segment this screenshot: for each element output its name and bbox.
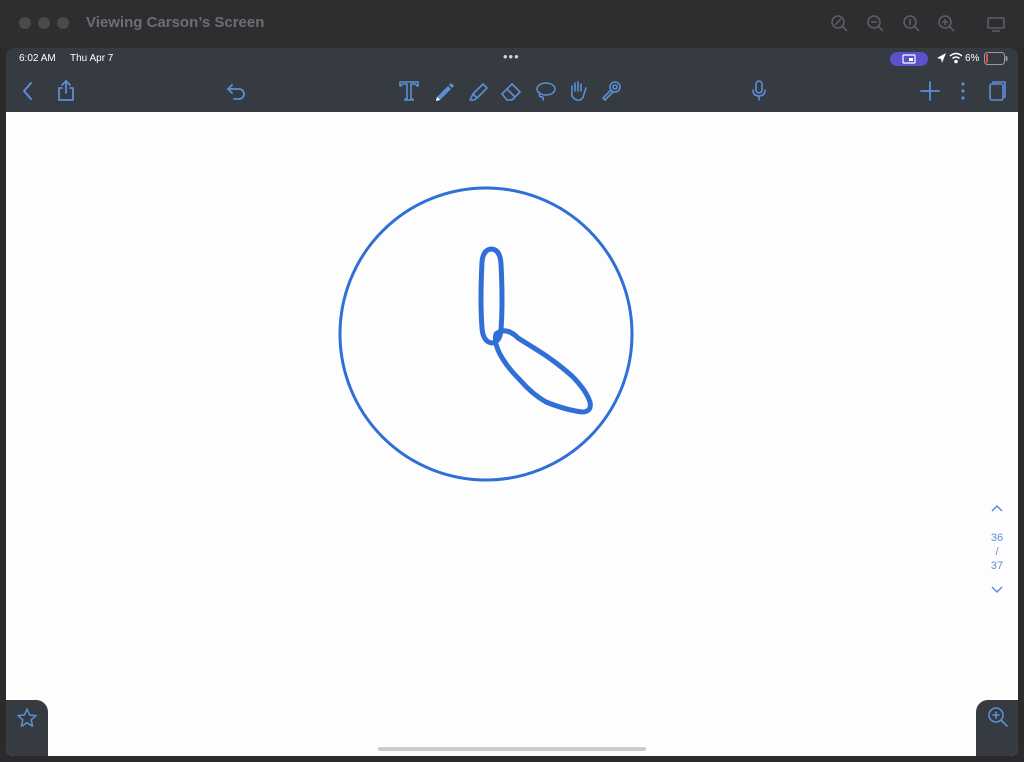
wifi-icon xyxy=(949,52,963,67)
microphone-icon[interactable] xyxy=(746,78,772,104)
ipad-screen: 6:02 AM Thu Apr 7 ••• 6% 36 / 37 xyxy=(6,48,1018,756)
pages-icon[interactable] xyxy=(983,78,1009,104)
total-page-count: 37 xyxy=(990,560,1004,572)
location-icon xyxy=(935,52,947,67)
clock-hour-hand xyxy=(478,246,505,346)
highlighter-tool-icon[interactable] xyxy=(465,78,491,104)
clock-face xyxy=(338,186,634,482)
screen-sharing-indicator[interactable] xyxy=(890,52,928,66)
page-up-icon[interactable] xyxy=(982,503,1012,521)
zoom-out-icon[interactable] xyxy=(866,14,886,34)
note-canvas[interactable] xyxy=(6,112,1018,756)
battery-percent: 6% xyxy=(965,53,980,64)
laser-pointer-icon[interactable] xyxy=(598,78,624,104)
lasso-tool-icon[interactable] xyxy=(532,78,558,104)
text-tool-icon[interactable] xyxy=(396,78,422,104)
favorite-button[interactable] xyxy=(6,700,48,756)
pen-tool-icon[interactable] xyxy=(431,78,457,104)
clock-minute-hand xyxy=(492,328,593,415)
hand-tool-icon[interactable] xyxy=(565,78,591,104)
window-title-bar: Viewing Carson’s Screen xyxy=(0,0,1024,48)
status-time: 6:02 AM xyxy=(19,53,56,64)
clock-drawing xyxy=(338,186,634,482)
zoom-actual-icon[interactable] xyxy=(902,14,922,34)
display-icon[interactable] xyxy=(986,14,1006,34)
multitasking-dots-icon[interactable]: ••• xyxy=(503,49,520,64)
zoom-window-toggle[interactable] xyxy=(976,700,1018,756)
app-toolbar xyxy=(6,70,1018,112)
share-icon[interactable] xyxy=(53,78,79,104)
window-title: Viewing Carson’s Screen xyxy=(86,14,265,31)
zoom-window-button[interactable] xyxy=(57,17,69,29)
battery-icon xyxy=(984,52,1008,68)
zoom-in-icon[interactable] xyxy=(937,14,957,34)
more-icon[interactable] xyxy=(950,78,976,104)
close-window-button[interactable] xyxy=(19,17,31,29)
status-bar: 6:02 AM Thu Apr 7 ••• 6% xyxy=(6,48,1018,70)
add-page-icon[interactable] xyxy=(917,78,943,104)
star-icon xyxy=(16,707,38,734)
eraser-tool-icon[interactable] xyxy=(498,78,524,104)
page-down-icon[interactable] xyxy=(982,585,1012,603)
zoom-in-icon xyxy=(987,706,1009,733)
home-indicator[interactable] xyxy=(378,747,646,751)
undo-icon[interactable] xyxy=(224,78,250,104)
zoom-fit-icon[interactable] xyxy=(830,14,850,34)
back-icon[interactable] xyxy=(15,78,41,104)
current-page-number: 36 xyxy=(990,532,1004,544)
page-navigator: 36 / 37 xyxy=(982,503,1012,603)
status-date: Thu Apr 7 xyxy=(70,53,114,64)
page-separator: / xyxy=(995,546,999,558)
minimize-window-button[interactable] xyxy=(38,17,50,29)
